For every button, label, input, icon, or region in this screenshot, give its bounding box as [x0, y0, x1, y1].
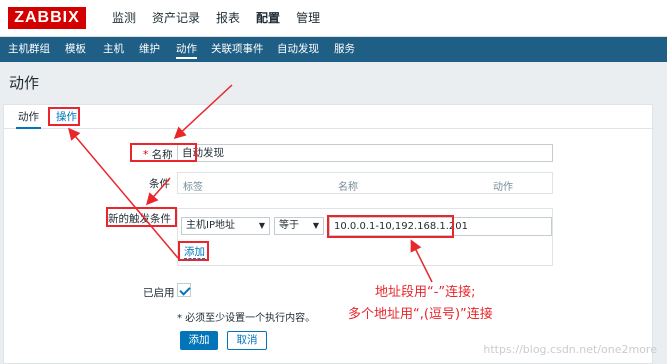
operator-select[interactable]: 等于 ▼: [274, 217, 324, 235]
top-menu-inventory[interactable]: 资产记录: [144, 10, 208, 26]
operator-value: 等于: [279, 220, 299, 231]
subnav-host-groups[interactable]: 主机群组: [8, 43, 50, 56]
highlight-box-condition-value: [327, 215, 454, 238]
conditions-header-label: 标签: [183, 182, 203, 193]
subnav-discovery[interactable]: 自动发现: [277, 43, 319, 56]
conditions-table: 标签 名称 动作: [177, 172, 553, 194]
chevron-down-icon: ▼: [312, 221, 319, 230]
subnav-services[interactable]: 服务: [334, 43, 355, 56]
condition-type-select[interactable]: 主机IP地址 ▼: [181, 217, 270, 235]
tab-action[interactable]: 动作: [16, 111, 41, 129]
enabled-checkbox[interactable]: [177, 283, 191, 297]
name-input[interactable]: 自动发现: [177, 144, 553, 162]
annotation-multi-note: 多个地址用“,(逗号)”连接: [348, 307, 493, 322]
top-menu-monitoring[interactable]: 监测: [104, 10, 144, 26]
top-menu-configuration[interactable]: 配置: [248, 10, 288, 26]
top-menu-administration[interactable]: 管理: [288, 10, 328, 26]
condition-type-value: 主机IP地址: [186, 220, 235, 231]
tab-bar: 动作 操作: [4, 105, 654, 129]
highlight-box-operations-tab: [48, 107, 80, 126]
highlight-box-new-condition: [106, 207, 177, 227]
subnav-actions[interactable]: 动作: [176, 43, 197, 59]
top-menu: 监测 资产记录 报表 配置 管理: [104, 10, 328, 26]
conditions-header-action: 动作: [493, 182, 513, 193]
conditions-label: 条件: [149, 178, 170, 190]
enabled-label: 已启用: [143, 287, 175, 299]
subnav-templates[interactable]: 模板: [65, 43, 86, 56]
add-button[interactable]: 添加: [180, 331, 218, 350]
subnav-maintenance[interactable]: 维护: [139, 43, 160, 56]
conditions-header-name: 名称: [338, 182, 358, 193]
highlight-box-name: [130, 143, 197, 162]
subnav-correlation[interactable]: 关联项事件: [211, 43, 264, 56]
sub-nav: 主机群组 模板 主机 维护 动作 关联项事件 自动发现 服务: [0, 37, 667, 62]
highlight-box-add-link: [178, 241, 209, 261]
subnav-hosts[interactable]: 主机: [103, 43, 124, 56]
chevron-down-icon: ▼: [258, 221, 265, 230]
page-title: 动作: [9, 74, 40, 92]
top-menu-reports[interactable]: 报表: [208, 10, 248, 26]
annotation-range-note: 地址段用“-”连接;: [375, 285, 476, 300]
watermark: https://blog.csdn.net/one2more: [483, 343, 657, 356]
top-bar: ZABBIX 监测 资产记录 报表 配置 管理: [0, 0, 667, 37]
required-note: * 必须至少设置一个执行内容。: [177, 313, 316, 324]
page-header: 动作: [0, 62, 667, 100]
cancel-button[interactable]: 取消: [227, 331, 267, 350]
zabbix-logo[interactable]: ZABBIX: [8, 7, 86, 29]
